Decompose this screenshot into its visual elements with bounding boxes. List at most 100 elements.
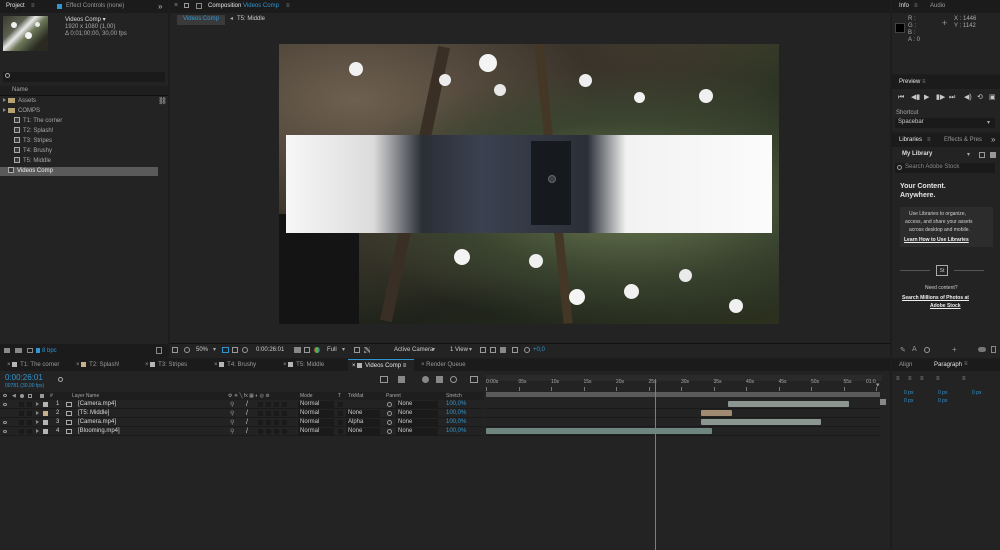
mode-header[interactable]: Mode [300,392,313,400]
resolution-select[interactable]: Full [327,346,337,355]
preserve-transparency-box[interactable] [338,411,343,416]
layer-switch-box[interactable] [282,411,287,416]
shy-icon[interactable] [422,376,429,383]
composition-viewer[interactable] [170,27,890,340]
lock-box[interactable] [27,402,32,407]
layer-switch-box[interactable] [266,429,271,434]
menu-icon[interactable]: ≡ [914,3,918,9]
solo-box[interactable] [19,420,24,425]
layer-switch-box[interactable] [282,402,287,407]
lock-box[interactable] [27,411,32,416]
project-item[interactable]: T2: Splash! [0,127,158,136]
project-item[interactable]: T5: Middle [0,157,158,166]
chevron-right-icon[interactable] [36,429,39,433]
timeline-tab[interactable]: × T1: The corner [3,359,69,371]
preserve-transparency-box[interactable] [338,429,343,434]
menu-icon[interactable]: ≡ [927,137,931,143]
next-frame-icon[interactable]: ▮▶ [936,94,945,102]
zoom-slider-icon[interactable] [880,399,886,405]
camera-select[interactable]: Active Camera [394,346,433,355]
mode-select[interactable]: Normal [298,428,334,435]
preserve-transparency-box[interactable] [338,402,343,407]
reset-exposure-icon[interactable] [524,347,530,353]
mask-icon[interactable] [242,347,248,353]
menu-icon[interactable]: ≡ [964,361,968,367]
justify-icon[interactable]: ≡ [936,376,940,382]
layer-label-icon[interactable] [43,429,48,434]
grid-icon[interactable] [232,347,238,353]
layer-switch-box[interactable] [258,420,263,425]
layer-row[interactable]: 2 [T5: Middle] ⚲ / Normal None None 100,0% [0,409,484,418]
breadcrumb-item-videos-comp[interactable]: Videos Comp [177,15,225,25]
quality-switch-icon[interactable]: / [246,409,248,418]
tab-libraries[interactable]: Libraries [895,134,926,146]
timeline-tab[interactable]: × Render Queue [417,359,483,371]
solo-box[interactable] [19,429,24,434]
pick-whip-icon[interactable] [387,429,392,434]
comp-mini-flowchart-icon[interactable] [380,376,388,383]
toggle-pixel-aspect-icon[interactable] [480,347,486,353]
project-search[interactable] [3,72,165,82]
project-item[interactable]: T3: Stripes [0,137,158,146]
chevron-right-icon[interactable] [36,411,39,415]
layer-name[interactable]: [Camera.mp4] [78,400,116,409]
show-snapshot-icon[interactable] [304,347,310,353]
tab-preview[interactable]: Preview [895,76,924,88]
timeline-tab[interactable]: × T5: Middle [279,359,345,371]
align-right-icon[interactable]: ≡ [920,376,924,382]
tab-project[interactable]: Project [2,0,29,12]
layer-switch-box[interactable] [266,420,271,425]
panel-overflow-icon[interactable]: » [991,135,995,144]
trkmat-select[interactable]: None [346,428,380,435]
stock-search-input[interactable]: Search Adobe Stock [895,163,995,173]
cloud-icon[interactable] [978,347,986,352]
project-item[interactable]: Videos Comp [0,167,158,176]
play-icon[interactable]: ▶ [924,94,929,102]
tab-composition[interactable]: Composition Videos Comp [204,0,283,12]
previous-frame-icon[interactable]: ◀▮ [911,94,920,102]
layer-name[interactable]: [Blooming.mp4] [78,427,120,436]
menu-icon[interactable]: ≡ [922,79,926,85]
chevron-down-icon[interactable]: ▾ [432,346,435,353]
trash-icon[interactable] [156,347,162,354]
trkmat-select[interactable]: Alpha [346,419,380,426]
trkmat-header[interactable]: TrkMat [348,392,363,400]
list-view-icon[interactable] [990,152,996,158]
chevron-right-icon[interactable] [3,108,6,113]
view-layout-select[interactable]: 1 View [450,346,468,355]
project-item[interactable]: COMPS [0,107,158,116]
tab-effects-presets[interactable]: Effects & Pres [940,134,986,146]
lock-icon[interactable] [184,3,189,8]
solo-box[interactable] [19,411,24,416]
pick-whip-icon[interactable] [387,420,392,425]
frame-blending-icon[interactable] [436,376,443,383]
snapshot-icon[interactable] [294,347,301,353]
stretch-value[interactable]: 100,0% [446,427,466,436]
grid-view-icon[interactable] [979,152,985,158]
layer-name[interactable]: [T5: Middle] [78,409,109,418]
menu-icon[interactable]: ≡ [286,3,290,9]
parent-select[interactable]: None [396,401,438,408]
chevron-right-icon[interactable] [36,402,39,406]
layer-label-icon[interactable] [43,402,48,407]
mute-audio-icon[interactable]: ◀) [964,94,972,102]
stretch-value[interactable]: 100,0% [446,400,466,409]
zoom-select[interactable]: 50% [196,346,208,355]
layer-switch-box[interactable] [282,429,287,434]
mode-select[interactable]: Normal [298,410,334,417]
justify-all-icon[interactable]: ≡ [962,376,966,382]
layer-switch-box[interactable] [266,411,271,416]
panel-overflow-icon[interactable]: » [158,2,162,11]
add-icon[interactable]: + [952,345,957,354]
shortcut-select[interactable]: Spacebar ▾ [895,118,995,128]
always-preview-icon[interactable] [172,347,178,353]
project-item[interactable]: T4: Brushy [0,147,158,156]
layer-duration-bar[interactable] [700,410,732,416]
trash-icon[interactable] [991,346,996,353]
tab-effect-controls[interactable]: Effect Controls (none) [62,0,128,12]
parent-header[interactable]: Parent [386,392,401,400]
parent-select[interactable]: None [396,428,438,435]
stretch-value[interactable]: 100,0% [446,409,466,418]
layer-name-header[interactable]: Layer Name [72,392,99,400]
trkmat-select[interactable]: None [346,410,380,417]
